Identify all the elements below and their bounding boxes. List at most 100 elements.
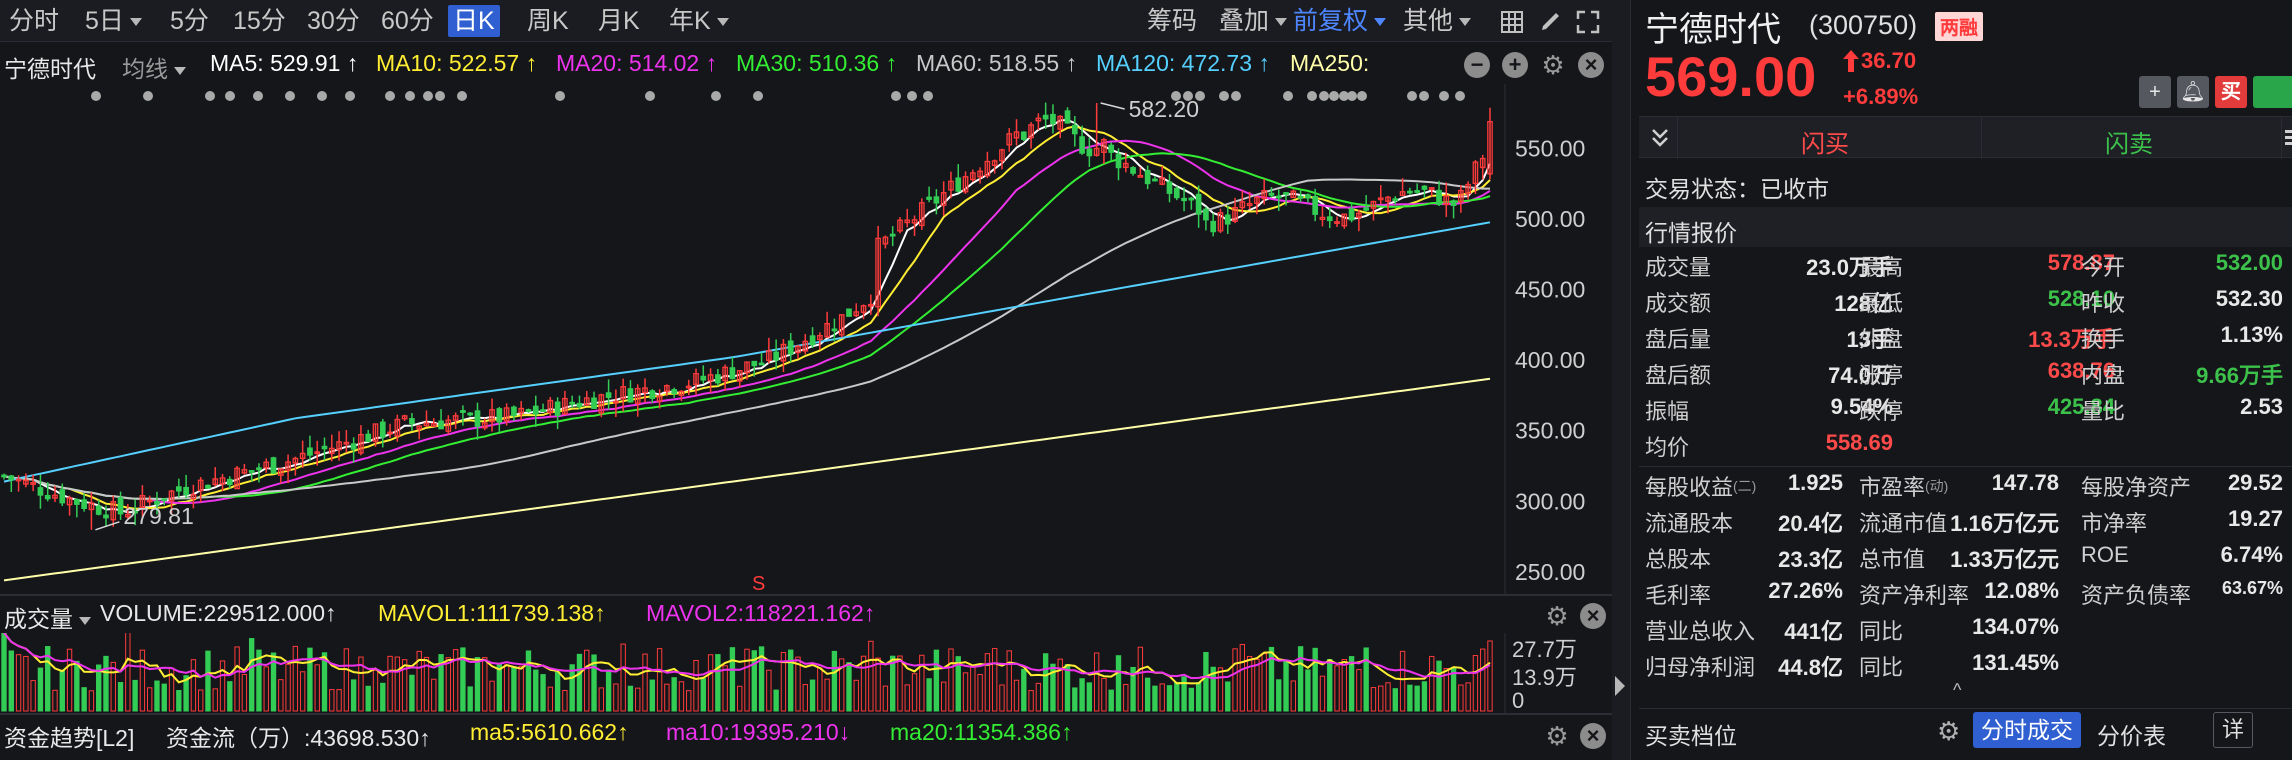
volume-tick-zero: 0 (1512, 688, 1525, 713)
candle (270, 456, 277, 474)
menu-icon[interactable] (2285, 129, 2292, 147)
gear-icon[interactable]: ⚙ (1544, 603, 1570, 629)
volume-bar (23, 655, 29, 712)
detail-button[interactable]: 详 (2213, 712, 2253, 748)
quote-panel: 宁德时代 (300750) 两融 569.00 36.70 +6.89% + 🔔… (1630, 0, 2292, 760)
candle (423, 410, 430, 427)
draw-pen-icon[interactable] (1538, 10, 1562, 34)
gear-icon[interactable]: ⚙ (1544, 723, 1570, 749)
panel-splitter[interactable] (1612, 0, 1630, 760)
volume-bar (74, 660, 80, 712)
volume-bar (671, 677, 677, 712)
period-tab-monthly[interactable]: 月K (593, 5, 645, 37)
kline-chart[interactable]: 550.00 500.00 450.00 400.00 350.00 300.00 250.… (0, 84, 1612, 594)
period-tab-intraday[interactable]: 分时 (4, 5, 64, 37)
event-dot (457, 91, 467, 101)
volume-bar (773, 689, 779, 712)
period-tab-daily[interactable]: 日K (448, 5, 500, 37)
close-icon[interactable]: × (1578, 52, 1604, 78)
collapse-up-icon[interactable]: ^ (1953, 680, 1961, 701)
zoom-in-icon[interactable]: + (1502, 52, 1528, 78)
period-tab-5day[interactable]: 5日 (80, 5, 147, 37)
adjust-button[interactable]: 前复权 (1288, 5, 1391, 37)
volume-bar (999, 684, 1005, 712)
volume-bar (1283, 661, 1289, 712)
volume-bar (1436, 660, 1442, 712)
grid-icon[interactable] (1500, 10, 1524, 34)
buy-button[interactable]: 买 (2215, 76, 2247, 108)
zoom-out-icon[interactable]: − (1464, 52, 1490, 78)
volume-bar (533, 669, 539, 712)
add-watchlist-button[interactable]: + (2139, 76, 2171, 108)
chips-button[interactable]: 筹码 (1142, 5, 1202, 37)
collapse-arrow-icon[interactable] (1615, 676, 1625, 696)
volume-indicator-select[interactable]: 成交量 (4, 600, 91, 634)
other-button[interactable]: 其他 (1398, 5, 1476, 37)
quote-label: 外盘 (1859, 327, 1904, 352)
flash-buy-button[interactable]: 闪买 (1677, 124, 1973, 159)
volume-chart[interactable] (0, 633, 1612, 713)
volume-bar (1319, 675, 1326, 712)
tick-trades-tab[interactable]: 分时成交 (1973, 712, 2081, 748)
candle (1020, 131, 1027, 142)
volume-bar (1312, 647, 1318, 712)
volume-bar (489, 680, 495, 712)
candle (343, 430, 350, 453)
fund-flow-title[interactable]: 资金趋势[L2] (4, 719, 134, 753)
gear-icon[interactable]: ⚙ (1937, 716, 1960, 747)
fullscreen-icon[interactable] (1576, 10, 1600, 34)
period-tab-5min[interactable]: 5分 (165, 5, 214, 37)
volume-bar (1414, 685, 1420, 712)
bell-icon[interactable]: 🔔︎ (2177, 76, 2209, 108)
volume-bar (161, 683, 167, 712)
candle (1319, 206, 1326, 227)
candle (758, 352, 765, 366)
close-icon[interactable]: × (1580, 723, 1606, 749)
gear-icon[interactable]: ⚙ (1540, 52, 1566, 78)
quote-value: 9.66万手 (2196, 363, 2283, 388)
candle (977, 167, 983, 184)
arrow-up-icon (1843, 50, 1859, 72)
period-tab-yearly[interactable]: 年K (664, 5, 734, 37)
indicator-select[interactable]: 均线 (122, 50, 186, 84)
sell-button[interactable] (2253, 76, 2292, 108)
volume-bar (875, 657, 881, 712)
chevron-down-icon (1275, 18, 1288, 27)
event-dot (1307, 91, 1317, 101)
period-tab-weekly[interactable]: 周K (522, 5, 574, 37)
volume-bar (1407, 684, 1413, 712)
price-table-tab[interactable]: 分价表 (2097, 717, 2166, 751)
volume-bar (350, 679, 357, 712)
event-dot (1407, 91, 1417, 101)
overlay-button[interactable]: 叠加 (1214, 5, 1292, 37)
candle (722, 364, 728, 391)
period-tab-60min[interactable]: 60分 (376, 5, 439, 37)
volume-bar (154, 680, 160, 712)
price-tick-label: 250.00 (1515, 559, 1585, 585)
flash-sell-button[interactable]: 闪卖 (1981, 124, 2277, 159)
orderbook-tab[interactable]: 买卖档位 (1645, 717, 1737, 751)
event-dot (285, 91, 295, 101)
close-icon[interactable]: × (1580, 603, 1606, 629)
candle (1334, 216, 1340, 227)
volume-bar (962, 672, 969, 712)
period-tab-30min[interactable]: 30分 (302, 5, 365, 37)
candle (1458, 185, 1464, 213)
fundamental-value: 19.27 (2227, 506, 2283, 531)
candle (1217, 208, 1224, 234)
period-tab-15min[interactable]: 15分 (228, 5, 291, 37)
volume-bar (802, 684, 808, 712)
double-chevron-down-icon[interactable] (1651, 127, 1669, 149)
quote-label: 成交量 (1645, 255, 1712, 280)
volume-bar (387, 655, 393, 712)
volume-bar (948, 648, 954, 712)
volume-bar (1487, 640, 1493, 712)
candle (969, 169, 976, 182)
volume-bar (496, 663, 503, 712)
candle (1, 473, 7, 480)
candle (809, 327, 816, 349)
event-dot (91, 91, 101, 101)
volume-bar (1276, 679, 1282, 712)
volume-bar (227, 681, 233, 712)
fundamental-label: 市盈率 (1859, 475, 1926, 500)
